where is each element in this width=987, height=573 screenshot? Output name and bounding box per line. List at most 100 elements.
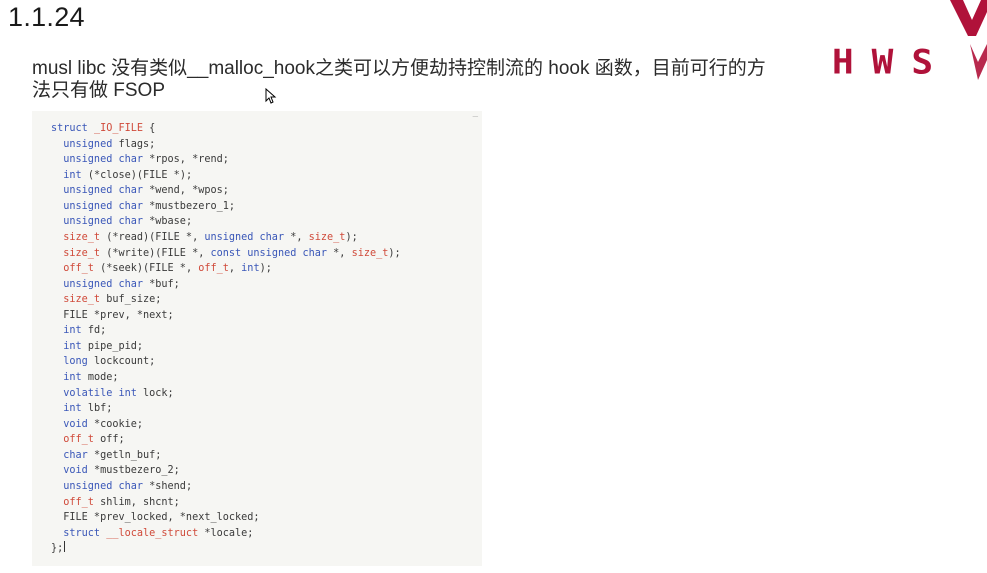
code-line: struct __locale_struct *locale; xyxy=(51,526,482,542)
logo-text: HWS xyxy=(832,43,952,82)
code-token: lbf; xyxy=(87,403,113,415)
code-token: size_t xyxy=(51,247,107,259)
code-line: int pipe_pid; xyxy=(51,339,482,355)
code-token: *cookie; xyxy=(93,418,144,430)
code-token: ); xyxy=(259,263,272,275)
code-token: size_t xyxy=(308,231,346,243)
code-token: *shend; xyxy=(149,480,193,492)
code-token: int xyxy=(51,372,88,383)
code-token: char xyxy=(51,449,94,461)
code-token: const unsigned char xyxy=(210,247,334,259)
code-token: mode; xyxy=(87,372,119,383)
code-token: unsigned xyxy=(51,138,119,150)
code-token: off; xyxy=(100,434,125,446)
code-line: unsigned char *wbase; xyxy=(51,214,482,230)
code-block-corner-icon: — xyxy=(472,112,478,122)
code-token: int xyxy=(241,263,260,275)
code-token: volatile int xyxy=(51,387,144,399)
code-token: (*seek)(FILE *, xyxy=(100,263,199,275)
code-listing: struct _IO_FILE { unsigned flags; unsign… xyxy=(32,111,482,557)
code-token: shlim, shcnt; xyxy=(100,496,180,508)
code-token: *rpos, *rend; xyxy=(149,154,229,166)
code-token: _IO_FILE xyxy=(93,123,144,134)
code-line: unsigned flags; xyxy=(51,137,482,153)
code-line: FILE *prev_locked, *next_locked; xyxy=(51,510,482,526)
code-token: fd; xyxy=(87,325,107,337)
code-line: unsigned char *buf; xyxy=(51,277,482,293)
code-line: char *getln_buf; xyxy=(51,448,482,464)
code-line: size_t buf_size; xyxy=(51,292,482,308)
code-line: int (*close)(FILE *); xyxy=(51,168,482,184)
code-token: unsigned char xyxy=(51,200,150,212)
code-token: long xyxy=(51,356,94,368)
code-token: }; xyxy=(51,543,64,555)
code-token: *mustbezero_2; xyxy=(93,465,180,477)
code-token: int xyxy=(51,169,88,181)
code-token: (*close)(FILE *); xyxy=(87,169,193,181)
code-line: FILE *prev, *next; xyxy=(51,308,482,324)
slide-number: 1.1.24 xyxy=(8,2,85,32)
code-token: off_t xyxy=(51,263,101,275)
code-token: size_t xyxy=(351,247,389,259)
code-token: int xyxy=(51,403,88,415)
mouse-pointer-icon xyxy=(265,88,277,104)
code-token: { xyxy=(143,123,156,134)
code-line: unsigned char *rpos, *rend; xyxy=(51,152,482,168)
code-line: int lbf; xyxy=(51,401,482,417)
code-token: void xyxy=(51,465,94,477)
code-line: off_t shlim, shcnt; xyxy=(51,495,482,511)
code-token: (*read)(FILE *, xyxy=(106,231,205,243)
hws-logo: HWS xyxy=(820,0,987,90)
code-token: *, xyxy=(333,247,352,259)
code-token: ); xyxy=(388,247,401,259)
code-token: unsigned char xyxy=(204,231,291,243)
code-line: unsigned char *mustbezero_1; xyxy=(51,199,482,215)
code-token: struct xyxy=(51,123,94,134)
code-token: buf_size; xyxy=(106,294,162,306)
code-line: void *cookie; xyxy=(51,417,482,433)
code-line: }; xyxy=(51,541,482,557)
code-block: — struct _IO_FILE { unsigned flags; unsi… xyxy=(32,111,482,566)
code-token: *locale; xyxy=(198,527,254,539)
code-token: unsigned char xyxy=(51,278,150,290)
code-token: *getln_buf; xyxy=(93,449,162,461)
code-token: void xyxy=(51,418,94,430)
code-token: *wbase; xyxy=(149,216,193,228)
code-token: *mustbezero_1; xyxy=(149,200,236,212)
code-token: ); xyxy=(345,231,358,243)
code-token: flags; xyxy=(118,138,156,150)
code-token: unsigned char xyxy=(51,480,150,492)
code-token: unsigned char xyxy=(51,154,150,166)
code-token: size_t xyxy=(51,294,107,306)
code-token: lock; xyxy=(143,387,174,399)
code-line: int mode; xyxy=(51,370,482,386)
code-line: size_t (*read)(FILE *, unsigned char *, … xyxy=(51,230,482,246)
code-token: unsigned char xyxy=(51,216,150,228)
code-token: size_t xyxy=(51,231,107,243)
code-token: __locale_struct xyxy=(106,527,199,539)
code-token: off_t xyxy=(51,496,101,508)
code-token: unsigned char xyxy=(51,185,150,197)
code-token: FILE *prev_locked, *next_locked; xyxy=(51,512,260,524)
code-line: size_t (*write)(FILE *, const unsigned c… xyxy=(51,246,482,262)
code-line: struct _IO_FILE { xyxy=(51,121,482,137)
code-line: long lockcount; xyxy=(51,354,482,370)
code-token: *wend, *wpos; xyxy=(149,185,229,197)
code-line: void *mustbezero_2; xyxy=(51,463,482,479)
code-line: off_t (*seek)(FILE *, off_t, int); xyxy=(51,261,482,277)
slide-paragraph: musl libc 没有类似__malloc_hook之类可以方便劫持控制流的 … xyxy=(32,58,766,101)
code-token: int xyxy=(51,325,88,337)
code-token: struct xyxy=(51,527,107,539)
code-token: *buf; xyxy=(149,278,180,290)
code-token: (*write)(FILE *, xyxy=(106,247,211,259)
code-token: off_t xyxy=(51,434,101,446)
code-line: unsigned char *wend, *wpos; xyxy=(51,183,482,199)
code-token: FILE *prev, *next; xyxy=(51,309,174,321)
code-line: int fd; xyxy=(51,323,482,339)
code-token: pipe_pid; xyxy=(87,340,144,352)
code-token: off_t xyxy=(198,263,229,275)
code-token: , xyxy=(228,263,242,275)
code-token: int xyxy=(51,340,88,352)
text-caret xyxy=(64,541,66,553)
code-line: volatile int lock; xyxy=(51,386,482,402)
